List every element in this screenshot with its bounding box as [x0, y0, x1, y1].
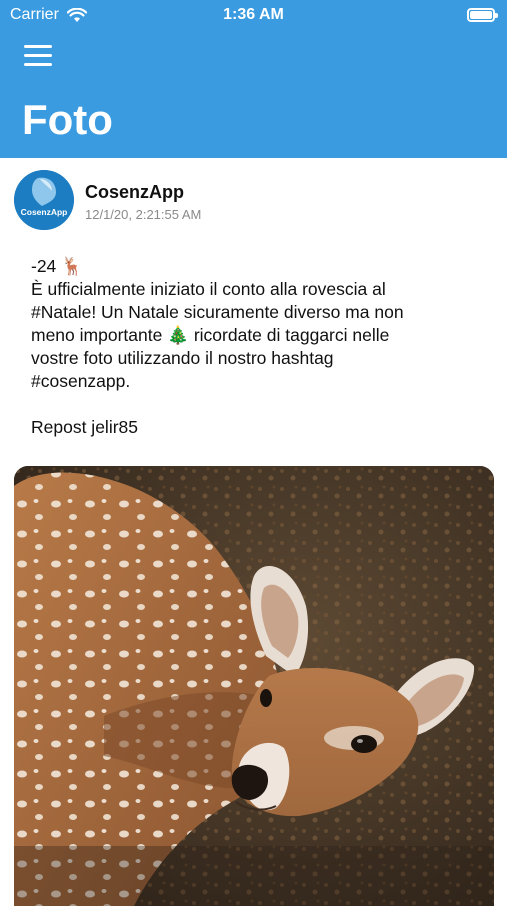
status-time: 1:36 AM — [223, 6, 284, 23]
author-name[interactable]: CosenzApp — [85, 182, 184, 203]
post-photo[interactable] — [14, 466, 494, 906]
post-text-line: meno importante 🎄 ricordate di taggarci … — [31, 325, 390, 345]
avatar[interactable]: CosenzApp — [14, 170, 74, 230]
post-timestamp: 12/1/20, 2:21:55 AM — [85, 207, 202, 222]
battery-icon — [467, 8, 498, 22]
page-title: Foto — [22, 96, 113, 143]
post-text: -24 🦌 È ufficialmente iniziato il conto … — [31, 255, 471, 439]
post-text-line: vostre foto utilizzando il nostro hashta… — [31, 348, 334, 368]
cosenzapp-logo-icon: CosenzApp — [14, 170, 74, 230]
status-bar: Carrier 1:36 AM — [0, 0, 507, 30]
post-text-line — [31, 393, 471, 416]
post-text-line: -24 🦌 — [31, 256, 83, 276]
post-text-line: #cosenzapp. — [31, 371, 131, 391]
avatar-logo-text: CosenzApp — [21, 207, 68, 217]
hamburger-menu-icon[interactable] — [24, 45, 52, 67]
post-header: CosenzApp CosenzApp 12/1/20, 2:21:55 AM — [14, 170, 494, 232]
post-text-line: Repost jelir85 — [31, 417, 138, 437]
fawn-deer-photo — [14, 466, 494, 906]
post-text-line: #Natale! Un Natale sicuramente diverso m… — [31, 302, 404, 322]
app-header: Carrier 1:36 AM Foto — [0, 0, 507, 158]
post-text-line: È ufficialmente iniziato il conto alla r… — [31, 279, 386, 299]
